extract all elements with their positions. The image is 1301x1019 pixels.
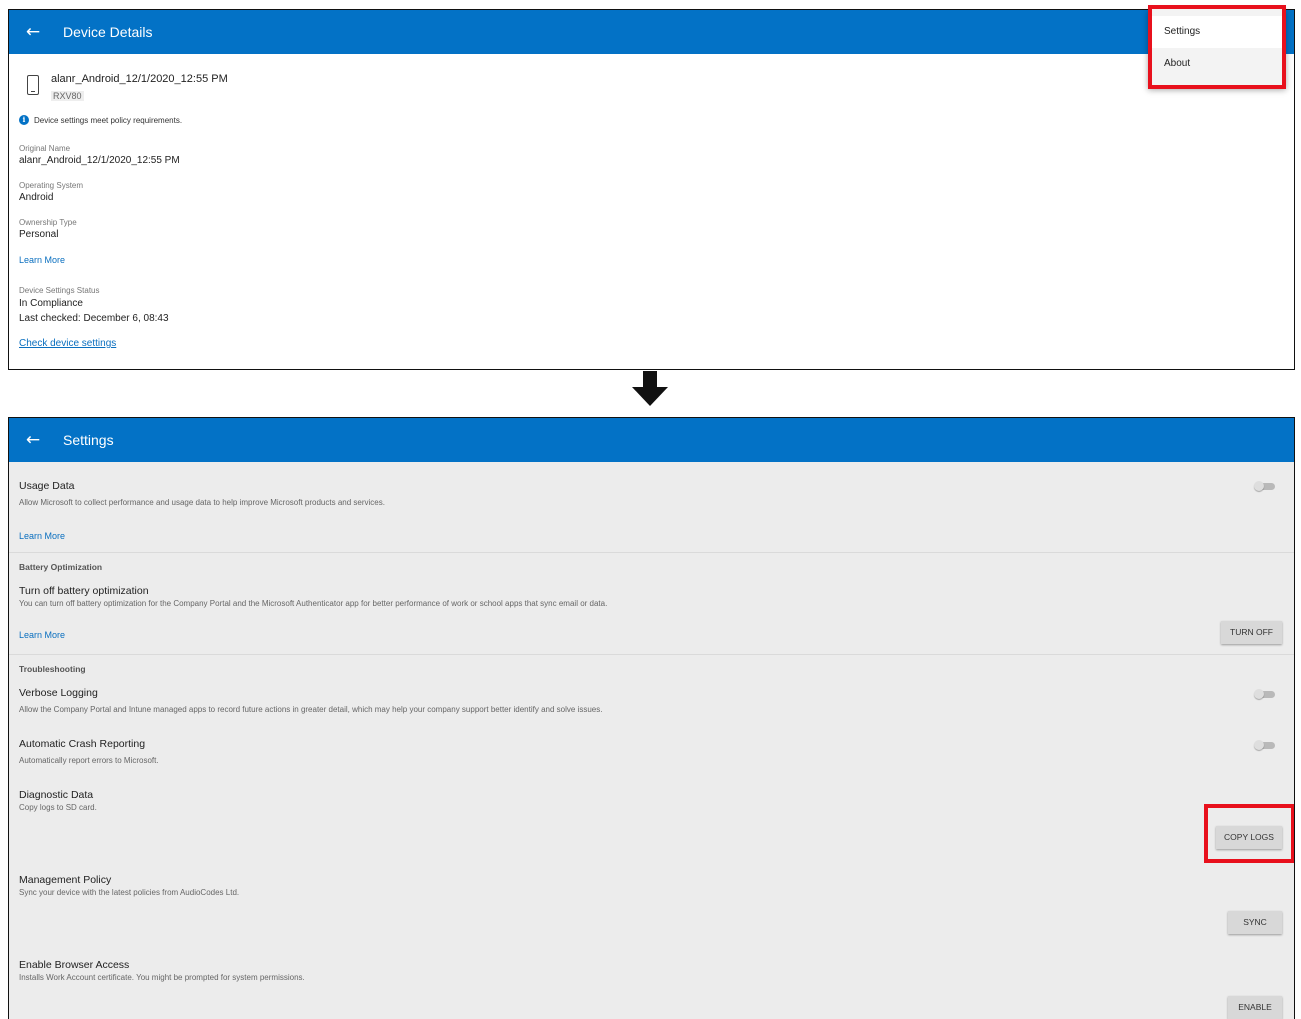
verbose-logging-section: Verbose Logging Allow the Company Portal… <box>19 687 1282 714</box>
crash-reporting-section: Automatic Crash Reporting Automatically … <box>19 738 1282 765</box>
crash-reporting-title: Automatic Crash Reporting <box>19 738 146 750</box>
diagnostic-data-title: Diagnostic Data <box>19 789 94 801</box>
usage-data-learn-more-link[interactable]: Learn More <box>19 531 1282 541</box>
device-details-content: alanr_Android_12/1/2020_12:55 PM RXV80 i… <box>19 72 1284 349</box>
settings-menu-highlight <box>1148 5 1286 89</box>
ownership-type-field: Ownership Type Personal <box>19 218 1284 241</box>
browser-access-description: Installs Work Account certificate. You m… <box>19 973 305 982</box>
learn-more-link[interactable]: Learn More <box>19 255 1284 265</box>
battery-optimization-section: Battery Optimization Turn off battery op… <box>19 562 1282 640</box>
device-header: alanr_Android_12/1/2020_12:55 PM RXV80 <box>19 72 1284 104</box>
field-label: Device Settings Status <box>19 286 100 295</box>
field-value: alanr_Android_12/1/2020_12:55 PM <box>19 155 180 166</box>
battery-learn-more-link[interactable]: Learn More <box>19 630 1282 640</box>
browser-access-section: Enable Browser Access Installs Work Acco… <box>19 959 1282 982</box>
check-device-settings-link[interactable]: Check device settings <box>19 338 1284 349</box>
usage-data-toggle[interactable] <box>1254 481 1276 491</box>
last-checked-text: Last checked: December 6, 08:43 <box>19 313 169 324</box>
device-settings-status-field: Device Settings Status In Compliance Las… <box>19 286 1284 325</box>
back-arrow-icon[interactable]: ← <box>9 431 57 449</box>
turn-off-button[interactable]: TURN OFF <box>1221 621 1282 644</box>
usage-data-section: Usage Data Allow Microsoft to collect pe… <box>19 480 1282 541</box>
troubleshooting-header-section: Troubleshooting <box>19 664 1282 674</box>
section-divider <box>9 552 1294 553</box>
field-value: Personal <box>19 229 59 240</box>
device-details-screen: ← Device Details alanr_Android_12/1/2020… <box>8 9 1295 370</box>
browser-access-title: Enable Browser Access <box>19 959 130 971</box>
usage-data-title: Usage Data <box>19 480 75 492</box>
device-model: RXV80 <box>51 91 84 101</box>
management-policy-description: Sync your device with the latest policie… <box>19 888 240 897</box>
compliance-status-line: i Device settings meet policy requiremen… <box>19 115 1284 125</box>
field-value: Android <box>19 192 54 203</box>
page-title: Settings <box>63 432 114 448</box>
field-label: Operating System <box>19 181 84 190</box>
section-divider <box>9 654 1294 655</box>
down-arrow-icon <box>632 371 668 406</box>
crash-reporting-toggle[interactable] <box>1254 740 1276 750</box>
diagnostic-data-section: Diagnostic Data Copy logs to SD card. <box>19 789 1282 812</box>
operating-system-field: Operating System Android <box>19 181 1284 204</box>
battery-optimization-header: Battery Optimization <box>19 562 103 572</box>
field-label: Original Name <box>19 144 71 153</box>
management-policy-title: Management Policy <box>19 874 112 886</box>
management-policy-section: Management Policy Sync your device with … <box>19 874 1282 897</box>
settings-screen: ← Settings Usage Data Allow Microsoft to… <box>8 417 1295 1019</box>
verbose-logging-description: Allow the Company Portal and Intune mana… <box>19 705 603 714</box>
troubleshooting-header: Troubleshooting <box>19 664 86 674</box>
field-value: In Compliance <box>19 298 83 309</box>
usage-data-description: Allow Microsoft to collect performance a… <box>19 498 385 507</box>
device-name: alanr_Android_12/1/2020_12:55 PM <box>51 73 228 85</box>
battery-optimization-description: You can turn off battery optimization fo… <box>19 599 608 608</box>
enable-button[interactable]: ENABLE <box>1228 996 1282 1019</box>
verbose-logging-toggle[interactable] <box>1254 689 1276 699</box>
verbose-logging-title: Verbose Logging <box>19 687 98 699</box>
sync-button[interactable]: SYNC <box>1228 911 1282 934</box>
phone-icon <box>27 75 39 95</box>
copy-logs-highlight <box>1204 804 1294 863</box>
settings-app-bar: ← Settings <box>9 418 1294 462</box>
field-label: Ownership Type <box>19 218 77 227</box>
battery-optimization-title: Turn off battery optimization <box>19 585 149 597</box>
page-title: Device Details <box>63 24 153 40</box>
info-icon: i <box>19 115 29 125</box>
back-arrow-icon[interactable]: ← <box>9 23 57 41</box>
diagnostic-data-description: Copy logs to SD card. <box>19 803 97 812</box>
original-name-field: Original Name alanr_Android_12/1/2020_12… <box>19 144 1284 167</box>
compliance-status-text: Device settings meet policy requirements… <box>34 115 183 125</box>
device-details-app-bar: ← Device Details <box>9 10 1294 54</box>
crash-reporting-description: Automatically report errors to Microsoft… <box>19 756 159 765</box>
